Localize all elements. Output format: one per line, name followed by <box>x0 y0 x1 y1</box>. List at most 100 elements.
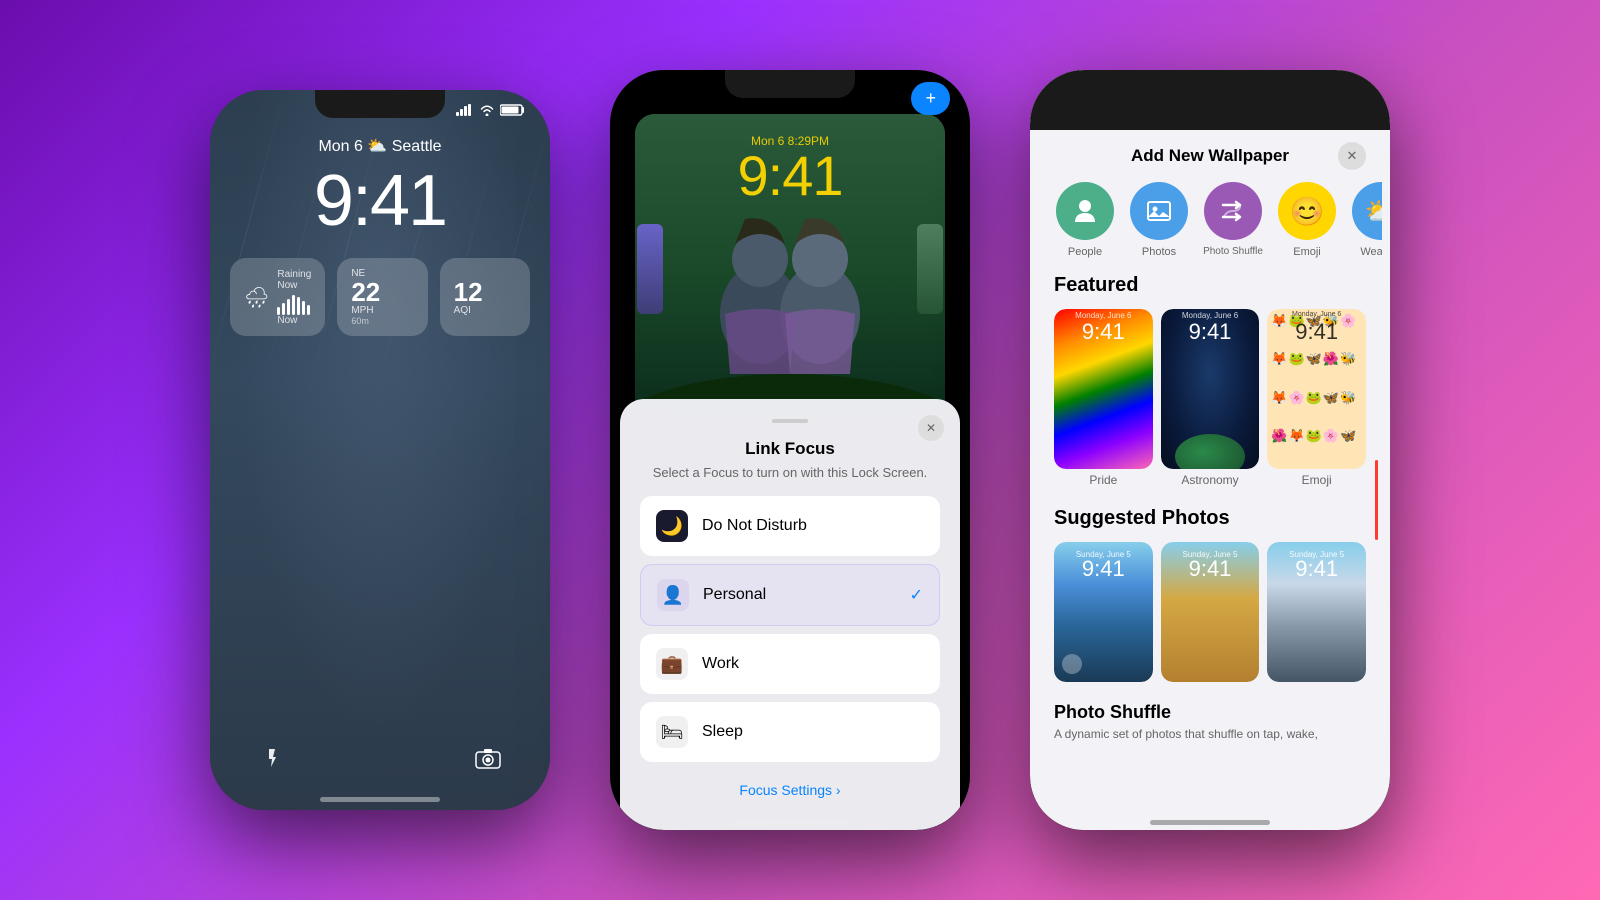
modal-close-button[interactable]: ✕ <box>918 415 944 441</box>
emoji-e14: 🦋 <box>1323 390 1339 427</box>
wind-time: 60m <box>351 316 380 326</box>
emoji-e13: 🐸 <box>1306 390 1322 427</box>
home-indicator-1 <box>320 797 440 802</box>
emoji-e17: 🦊 <box>1289 428 1305 465</box>
wind-widget: NE 22 MPH 60m <box>337 258 427 336</box>
photo-shuffle-section: Photo Shuffle A dynamic set of photos th… <box>1038 690 1382 747</box>
earth-element <box>1175 434 1245 469</box>
suggested-grid: Sunday, June 5 9:41 Sunday, June 5 9:41 <box>1038 542 1382 690</box>
emoji-date-overlay: Monday, June 6 <box>1267 311 1366 318</box>
work-icon: 💼 <box>656 648 688 680</box>
emoji-e9: 🌺 <box>1323 351 1339 388</box>
suggested-card-city[interactable]: Sunday, June 5 9:41 <box>1267 542 1366 682</box>
camera-icon[interactable] <box>466 736 510 780</box>
lock-date: Mon 6 ⛅ Seattle <box>210 136 550 156</box>
shuffle-circle <box>1204 182 1262 240</box>
left-thumb <box>635 114 665 424</box>
icon-photos[interactable]: Photos <box>1124 182 1194 258</box>
now-label: Now <box>277 315 311 326</box>
people-icon <box>1070 196 1100 226</box>
focus-item-personal[interactable]: 👤 Personal ✓ <box>640 564 940 626</box>
modal-title: Link Focus <box>640 439 940 459</box>
sleep-label: Sleep <box>702 723 924 741</box>
emoji-e12: 🌸 <box>1289 390 1305 427</box>
modal-subtitle: Select a Focus to turn on with this Lock… <box>640 465 940 480</box>
featured-card-astronomy[interactable]: Monday, June 6 9:41 Astronomy <box>1161 309 1260 487</box>
astro-label: Astronomy <box>1161 473 1260 487</box>
city-time: 9:41 <box>1267 556 1366 582</box>
emoji-card-img: 🦊🐸🦋🐝 🌸🦊🐸🦋 🌺🐝🦊🌸 🐸🦋🐝🌺 🦊🐸🌸🦋 Monday, June 6 … <box>1267 309 1366 469</box>
emoji-background: 🦊🐸🦋🐝 🌸🦊🐸🦋 🌺🐝🦊🌸 🐸🦋🐝🌺 🦊🐸🌸🦋 Monday, June 6 … <box>1267 309 1366 469</box>
emoji-e8: 🦋 <box>1306 351 1322 388</box>
photo-preview: Mon 6 8:29PM 9:41 <box>635 114 945 424</box>
lock-time-value: 9:41 <box>314 161 446 241</box>
wind-bar-7 <box>307 305 310 315</box>
icon-weather[interactable]: ⛅ Weather <box>1346 182 1382 258</box>
photo-shuffle-title: Photo Shuffle <box>1054 702 1366 723</box>
shuffle-label: Photo Shuffle <box>1203 246 1263 257</box>
modal-handle <box>772 419 808 423</box>
photos-icon <box>1145 197 1173 225</box>
aqi-label: AQI <box>454 305 483 316</box>
wind-bar-3 <box>287 299 290 315</box>
lock-date-text: Mon 6 ⛅ Seattle <box>318 138 441 155</box>
pride-time-overlay: 9:41 <box>1054 319 1153 345</box>
suggested-card-bridge[interactable]: Sunday, June 5 9:41 <box>1054 542 1153 682</box>
dnd-label: Do Not Disturb <box>702 517 924 535</box>
lock-time: 9:41 <box>210 160 550 242</box>
emoji-e20: 🦋 <box>1340 428 1356 465</box>
icon-people[interactable]: People <box>1050 182 1120 258</box>
photo-time-overlay: Mon 6 8:29PM 9:41 <box>635 134 945 204</box>
focus-item-sleep[interactable]: 🛏 Sleep <box>640 702 940 762</box>
featured-card-emoji[interactable]: 🦊🐸🦋🐝 🌸🦊🐸🦋 🌺🐝🦊🌸 🐸🦋🐝🌺 🦊🐸🌸🦋 Monday, June 6 … <box>1267 309 1366 487</box>
shuffle-icon <box>1219 197 1247 225</box>
emoji-e18: 🐸 <box>1306 428 1322 465</box>
icon-photo-shuffle[interactable]: Photo Shuffle <box>1198 182 1268 258</box>
photo-background: Mon 6 8:29PM 9:41 <box>635 114 945 424</box>
weather-icon: ⛅ <box>1365 196 1382 227</box>
scrollbar-thumb <box>1375 460 1378 540</box>
bridge-time: 9:41 <box>1054 556 1153 582</box>
plus-button[interactable]: + <box>911 82 950 115</box>
wifi-icon <box>480 104 494 116</box>
emoji-card-label: Emoji <box>1267 473 1366 487</box>
aqi-value: 12 <box>454 279 483 305</box>
wallpaper-header: Add New Wallpaper ✕ <box>1038 130 1382 182</box>
focus-item-dnd[interactable]: 🌙 Do Not Disturb <box>640 496 940 556</box>
emoji-e6: 🦊 <box>1271 351 1287 388</box>
notch-3 <box>1145 70 1275 98</box>
rain-label: Raining Now <box>277 269 311 291</box>
notch-2 <box>725 70 855 98</box>
emoji-e16: 🌺 <box>1271 428 1287 465</box>
emoji-icon: 😊 <box>1290 195 1325 228</box>
rain-icon: 🌧 <box>244 285 269 310</box>
link-focus-modal: ✕ Link Focus Select a Focus to turn on w… <box>620 399 960 830</box>
people-circle <box>1056 182 1114 240</box>
city-card-img: Sunday, June 5 9:41 <box>1267 542 1366 682</box>
mph-label: MPH <box>351 305 380 316</box>
pride-label: Pride <box>1054 473 1153 487</box>
direction-label: NE <box>351 268 380 279</box>
focus-item-work[interactable]: 💼 Work <box>640 634 940 694</box>
personal-icon: 👤 <box>657 579 689 611</box>
featured-card-pride[interactable]: Monday, June 6 9:41 Pride <box>1054 309 1153 487</box>
astro-time-overlay: 9:41 <box>1161 319 1260 345</box>
suggested-card-desert[interactable]: Sunday, June 5 9:41 <box>1161 542 1260 682</box>
emoji-time-overlay: 9:41 <box>1267 319 1366 345</box>
phone-2-photo: PHOTO + <box>610 70 970 830</box>
icon-emoji[interactable]: 😊 Emoji <box>1272 182 1342 258</box>
pride-card-img: Monday, June 6 9:41 <box>1054 309 1153 469</box>
flashlight-icon[interactable] <box>250 736 294 780</box>
wind-bar-1 <box>277 307 280 315</box>
phone-1-lockscreen: Mon 6 ⛅ Seattle 9:41 🌧 Raining Now <box>210 90 550 810</box>
status-icons <box>456 104 526 116</box>
emoji-e10: 🐝 <box>1340 351 1356 388</box>
dnd-icon: 🌙 <box>656 510 688 542</box>
home-indicator-3 <box>1150 820 1270 825</box>
wallpaper-close-button[interactable]: ✕ <box>1338 142 1366 170</box>
focus-settings-link[interactable]: Focus Settings › <box>640 770 940 810</box>
scrollbar-track <box>1375 410 1378 830</box>
featured-grid: Monday, June 6 9:41 Pride Monday, June 6… <box>1038 309 1382 495</box>
personal-label: Personal <box>703 586 896 604</box>
right-thumb <box>915 114 945 424</box>
